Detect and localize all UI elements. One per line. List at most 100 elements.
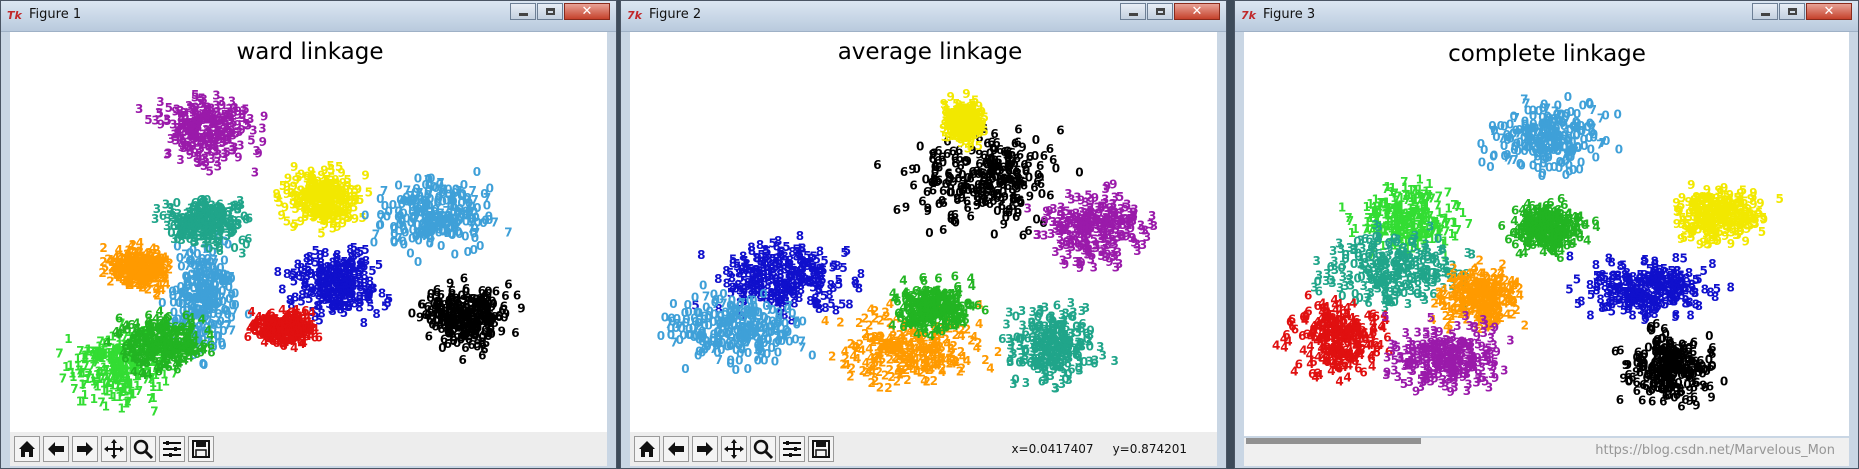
forward-arrow-icon — [697, 442, 713, 456]
scatter-point: 7 — [150, 405, 158, 419]
scatter-point: 3 — [1042, 371, 1050, 385]
scatter-point: 3 — [207, 152, 215, 166]
scatter-point: 4 — [204, 324, 212, 338]
scatter-point: 6 — [893, 203, 901, 217]
scatter-point: 3 — [1005, 306, 1013, 320]
scatter-point: 2 — [876, 381, 884, 395]
scatter-point: 0 — [437, 239, 445, 253]
scatter-point: 6 — [919, 271, 927, 285]
scatter-point: 0 — [218, 275, 226, 289]
scatter-point: 4 — [160, 356, 168, 370]
plot-canvas[interactable]: ward linkage 070000000770000700000077000… — [10, 32, 607, 432]
back-arrow-button[interactable] — [43, 436, 69, 462]
scatter-point: 0 — [396, 217, 404, 231]
scatter-point: 6 — [1056, 124, 1064, 138]
pan-move-icon — [104, 439, 124, 459]
close-button[interactable]: ✕ — [1174, 3, 1220, 20]
configure-subplots-button[interactable] — [779, 436, 805, 462]
scatter-point: 9 — [517, 302, 525, 316]
scatter-point: 3 — [1058, 377, 1066, 391]
pan-move-button[interactable] — [101, 436, 127, 462]
scatter-point: 2 — [952, 355, 960, 369]
maximize-button[interactable] — [1147, 3, 1173, 20]
scatter-point: 0 — [193, 277, 201, 291]
scatter-point: 3 — [238, 111, 246, 125]
scatter-point: 6 — [945, 303, 953, 317]
home-button[interactable] — [14, 436, 40, 462]
save-icon — [812, 440, 830, 458]
home-button[interactable] — [634, 436, 660, 462]
scatter-point: 4 — [923, 303, 931, 317]
minimize-button[interactable] — [510, 3, 536, 20]
scatter-point: 4 — [296, 327, 304, 341]
scatter-point: 6 — [1036, 159, 1044, 173]
scatter-point: 0 — [702, 334, 710, 348]
scatter-point: 5 — [835, 273, 843, 287]
configure-subplots-button[interactable] — [159, 436, 185, 462]
scatter-point: 0 — [1022, 163, 1030, 177]
forward-arrow-button[interactable] — [72, 436, 98, 462]
scatter-point: 3 — [176, 217, 184, 231]
scatter-point: 0 — [1069, 343, 1077, 357]
scatter-point: 2 — [828, 350, 836, 364]
scatter-point: 1 — [112, 343, 120, 357]
title-bar[interactable]: 7k Figure 2 ✕ — [621, 1, 1226, 32]
scatter-point: 5 — [306, 189, 314, 203]
tk-logo-icon: 7k — [627, 8, 645, 24]
scatter-point: 0 — [958, 168, 966, 182]
scatter-point: 0 — [691, 290, 699, 304]
scatter-point: 0 — [1032, 213, 1040, 227]
scatter-point: 8 — [306, 254, 314, 268]
minimize-button[interactable] — [1120, 3, 1146, 20]
scatter-point: 3 — [1082, 238, 1090, 252]
scatter-point: 0 — [1048, 331, 1056, 345]
forward-arrow-icon — [77, 442, 93, 456]
scatter-point: 3 — [135, 102, 143, 116]
scatter-point: 3 — [176, 153, 184, 167]
save-button[interactable] — [808, 436, 834, 462]
scatter-point: 0 — [778, 334, 786, 348]
plot-canvas[interactable]: average linkage 606060900690066660099066… — [630, 32, 1217, 432]
scatter-point: 6 — [961, 313, 969, 327]
scatter-point: 5 — [163, 114, 171, 128]
scatter-point: 0 — [657, 329, 665, 343]
scatter-point: 4 — [841, 344, 849, 358]
maximize-button[interactable] — [537, 3, 563, 20]
window-title: Figure 2 — [649, 7, 701, 22]
save-button[interactable] — [188, 436, 214, 462]
pan-move-button[interactable] — [721, 436, 747, 462]
scatter-point: 3 — [1051, 245, 1059, 259]
scatter-point: 3 — [186, 214, 194, 228]
scatter-point: 0 — [438, 341, 446, 355]
scatter-point: 4 — [901, 286, 909, 300]
scatter-point: 8 — [697, 248, 705, 262]
back-arrow-button[interactable] — [663, 436, 689, 462]
scatter-point: 9 — [1109, 178, 1117, 192]
close-button[interactable]: ✕ — [564, 3, 610, 20]
scatter-point: 6 — [994, 153, 1002, 167]
scatter-point: 3 — [217, 204, 225, 218]
scatter-point: 6 — [1046, 189, 1054, 203]
scatter-point: 3 — [1047, 227, 1055, 241]
title-bar[interactable]: Tk Figure 1 ✕ — [1, 1, 616, 32]
scatter-point: 0 — [744, 346, 752, 360]
scatter-point: 4 — [942, 353, 950, 367]
scatter-point: 2 — [994, 345, 1002, 359]
zoom-button[interactable] — [130, 436, 156, 462]
scatter-point: 3 — [1082, 216, 1090, 230]
scatter-point: 0 — [394, 178, 402, 192]
minimize-icon — [1128, 13, 1138, 16]
scatter-point: 0 — [214, 235, 222, 249]
scatter-point: 3 — [1111, 191, 1119, 205]
scatter-point: 9 — [968, 130, 976, 144]
scatter-point: 5 — [341, 261, 349, 275]
zoom-button[interactable] — [750, 436, 776, 462]
scatter-point: 2 — [877, 330, 885, 344]
scatter-point: 3 — [1101, 193, 1109, 207]
scatter-point: 0 — [361, 208, 369, 222]
scatter-point: 6 — [1024, 224, 1032, 238]
cursor-coordinates: x=0.0417407 y=0.874201 — [1011, 442, 1187, 456]
forward-arrow-button[interactable] — [692, 436, 718, 462]
scatter-point: 0 — [736, 324, 744, 338]
scatter-point: 5 — [222, 119, 230, 133]
